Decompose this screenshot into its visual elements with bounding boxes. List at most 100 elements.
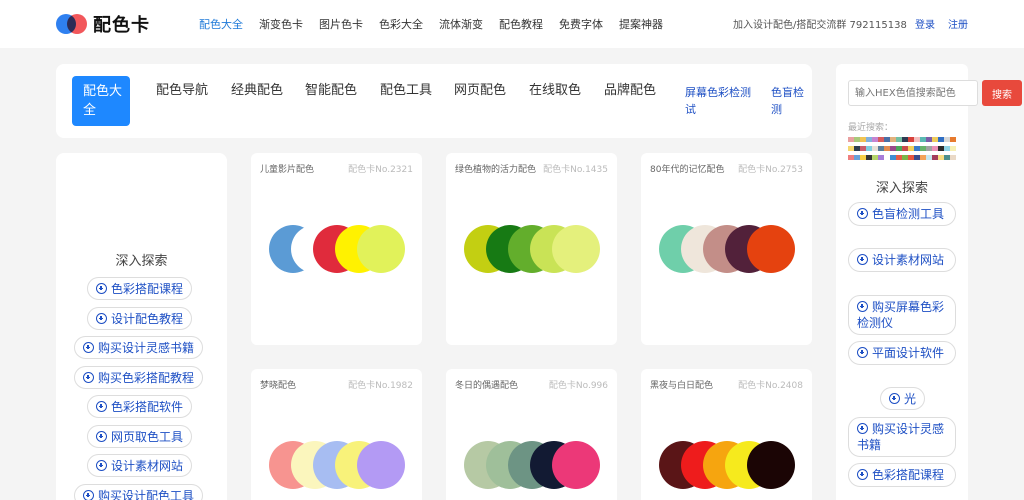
card-number: 配色卡No.2321 bbox=[348, 165, 413, 175]
category-tab-all[interactable]: 配色大全 bbox=[72, 76, 130, 126]
tag-label: 色盲检测工具 bbox=[872, 207, 945, 221]
plus-circle-icon bbox=[96, 313, 107, 324]
left-explore-panel: 深入探索 色彩搭配课程 设计配色教程 购买设计灵感书籍 购买色彩搭配教程 色彩搭… bbox=[56, 153, 227, 500]
tag-label: 购买设计灵感书籍 bbox=[98, 341, 195, 355]
plus-circle-icon bbox=[83, 372, 94, 383]
card-title: 绿色植物的活力配色 bbox=[455, 165, 537, 175]
nav-item-color-encyclopedia[interactable]: 色彩大全 bbox=[379, 16, 423, 32]
right-sidebar: 最近搜索： 深入探索 色盲检测工具 设计素材网站 购买屏幕色彩检测仪 平面设计软… bbox=[836, 64, 968, 500]
palette-card[interactable]: 绿色植物的活力配色 配色卡No.1435 bbox=[446, 153, 617, 345]
swatch-row bbox=[641, 441, 812, 489]
recent-color-chip[interactable] bbox=[950, 146, 956, 151]
color-swatch[interactable] bbox=[552, 441, 600, 489]
plus-circle-icon bbox=[96, 460, 107, 471]
explore-tag-color-tools[interactable]: 购买设计配色工具 bbox=[74, 484, 204, 500]
category-tab-tools[interactable]: 配色工具 bbox=[380, 76, 438, 126]
login-link[interactable]: 登录 bbox=[915, 16, 935, 31]
recent-palette-grid-left[interactable] bbox=[848, 137, 902, 160]
nav-item-gradient-cards[interactable]: 渐变色卡 bbox=[259, 16, 303, 32]
nav-item-free-fonts[interactable]: 免费字体 bbox=[559, 16, 603, 32]
card-number: 配色卡No.1982 bbox=[348, 381, 413, 391]
explore-tag-light[interactable]: 光 bbox=[880, 387, 926, 410]
tag-label: 网页取色工具 bbox=[111, 430, 184, 444]
palette-card[interactable]: 黑夜与白日配色 配色卡No.2408 bbox=[641, 369, 812, 500]
palette-card[interactable]: 儿童影片配色 配色卡No.2321 bbox=[251, 153, 422, 345]
plus-circle-icon bbox=[83, 490, 94, 500]
category-tab-classic[interactable]: 经典配色 bbox=[231, 76, 289, 126]
color-swatch[interactable] bbox=[552, 225, 600, 273]
explore-tag-graphic-software[interactable]: 平面设计软件 bbox=[848, 341, 956, 365]
hex-search-input[interactable] bbox=[848, 80, 978, 106]
explore-tag-color-course[interactable]: 色彩搭配课程 bbox=[87, 277, 193, 300]
swatch-row bbox=[446, 441, 617, 489]
card-title: 80年代的记忆配色 bbox=[650, 165, 725, 175]
card-number: 配色卡No.2753 bbox=[738, 165, 803, 175]
screen-color-test-link[interactable]: 屏幕色彩检测试 bbox=[685, 84, 759, 118]
nav-item-fluid-gradient[interactable]: 流体渐变 bbox=[439, 16, 483, 32]
plus-circle-icon bbox=[857, 347, 868, 358]
tag-label: 购买屏幕色彩检测仪 bbox=[857, 300, 945, 330]
color-swatch[interactable] bbox=[357, 441, 405, 489]
explore-tag-web-picker[interactable]: 网页取色工具 bbox=[87, 425, 193, 448]
tag-label: 购买色彩搭配教程 bbox=[98, 371, 195, 385]
color-blind-test-link[interactable]: 色盲检测 bbox=[771, 84, 811, 118]
category-tab-picker[interactable]: 在线取色 bbox=[529, 76, 587, 126]
join-group-info[interactable]: 加入设计配色/搭配交流群 792115138 bbox=[733, 16, 907, 31]
swatch-row bbox=[251, 225, 422, 273]
category-tab-brand[interactable]: 品牌配色 bbox=[604, 76, 662, 126]
color-swatch[interactable] bbox=[357, 225, 405, 273]
explore-tag-inspiration-books[interactable]: 购买设计灵感书籍 bbox=[74, 336, 204, 359]
swatch-row bbox=[446, 225, 617, 273]
category-tab-smart[interactable]: 智能配色 bbox=[305, 76, 363, 126]
tag-label: 设计素材网站 bbox=[872, 253, 945, 267]
explore-tag-color-course[interactable]: 色彩搭配课程 bbox=[848, 463, 956, 487]
tag-label: 色彩搭配课程 bbox=[111, 282, 184, 296]
explore-tag-color-blind-tool[interactable]: 色盲检测工具 bbox=[848, 202, 956, 226]
card-number: 配色卡No.1435 bbox=[543, 165, 608, 175]
plus-circle-icon bbox=[857, 301, 868, 312]
explore-tag-screen-calibrator[interactable]: 购买屏幕色彩检测仪 bbox=[848, 295, 956, 335]
tag-label: 设计配色教程 bbox=[111, 312, 184, 326]
card-number: 配色卡No.2408 bbox=[738, 381, 803, 391]
tag-label: 购买设计灵感书籍 bbox=[857, 422, 945, 452]
explore-tag-buy-color-tutorial[interactable]: 购买色彩搭配教程 bbox=[74, 366, 204, 389]
register-link[interactable]: 注册 bbox=[948, 16, 968, 31]
card-number: 配色卡No.996 bbox=[548, 381, 608, 391]
tag-label: 色彩搭配课程 bbox=[872, 468, 945, 482]
plus-circle-icon bbox=[96, 431, 107, 442]
explore-tag-material-sites[interactable]: 设计素材网站 bbox=[87, 454, 193, 477]
color-swatch[interactable] bbox=[747, 441, 795, 489]
nav-item-image-cards[interactable]: 图片色卡 bbox=[319, 16, 363, 32]
card-title: 梦晓配色 bbox=[260, 381, 297, 391]
tag-label: 色彩搭配软件 bbox=[111, 400, 184, 414]
top-bar: 配色卡 配色大全 渐变色卡 图片色卡 色彩大全 流体渐变 配色教程 免费字体 提… bbox=[0, 0, 1024, 48]
category-bar: 配色大全 配色导航 经典配色 智能配色 配色工具 网页配色 在线取色 品牌配色 … bbox=[56, 64, 812, 138]
plus-circle-icon bbox=[889, 393, 900, 404]
card-title: 儿童影片配色 bbox=[260, 165, 315, 175]
recent-color-chip[interactable] bbox=[950, 137, 956, 142]
palette-card[interactable]: 80年代的记忆配色 配色卡No.2753 bbox=[641, 153, 812, 345]
tag-label: 光 bbox=[904, 392, 917, 406]
palette-card[interactable]: 梦晓配色 配色卡No.1982 bbox=[251, 369, 422, 500]
plus-circle-icon bbox=[83, 342, 94, 353]
recent-color-chip[interactable] bbox=[950, 155, 956, 160]
explore-tag-color-software[interactable]: 色彩搭配软件 bbox=[87, 395, 193, 418]
explore-tag-material-sites[interactable]: 设计素材网站 bbox=[848, 248, 956, 272]
logo[interactable]: 配色卡 bbox=[56, 12, 150, 36]
search-button[interactable]: 搜索 bbox=[982, 80, 1022, 106]
recent-palette-grid-right[interactable] bbox=[902, 137, 956, 160]
palette-card[interactable]: 冬日的偶遇配色 配色卡No.996 bbox=[446, 369, 617, 500]
nav-item-color-schemes[interactable]: 配色大全 bbox=[199, 16, 243, 32]
category-tab-web[interactable]: 网页配色 bbox=[454, 76, 512, 126]
nav-item-proposal-tool[interactable]: 提案神器 bbox=[619, 16, 663, 32]
explore-tag-inspiration-books[interactable]: 购买设计灵感书籍 bbox=[848, 417, 956, 457]
color-swatch[interactable] bbox=[747, 225, 795, 273]
plus-circle-icon bbox=[96, 283, 107, 294]
explore-title: 深入探索 bbox=[875, 181, 928, 196]
plus-circle-icon bbox=[857, 208, 868, 219]
nav-item-color-tutorials[interactable]: 配色教程 bbox=[499, 16, 543, 32]
card-title: 黑夜与白日配色 bbox=[650, 381, 714, 391]
category-tab-navigation[interactable]: 配色导航 bbox=[156, 76, 214, 126]
explore-tag-design-tutorial[interactable]: 设计配色教程 bbox=[87, 307, 193, 330]
card-title: 冬日的偶遇配色 bbox=[455, 381, 519, 391]
